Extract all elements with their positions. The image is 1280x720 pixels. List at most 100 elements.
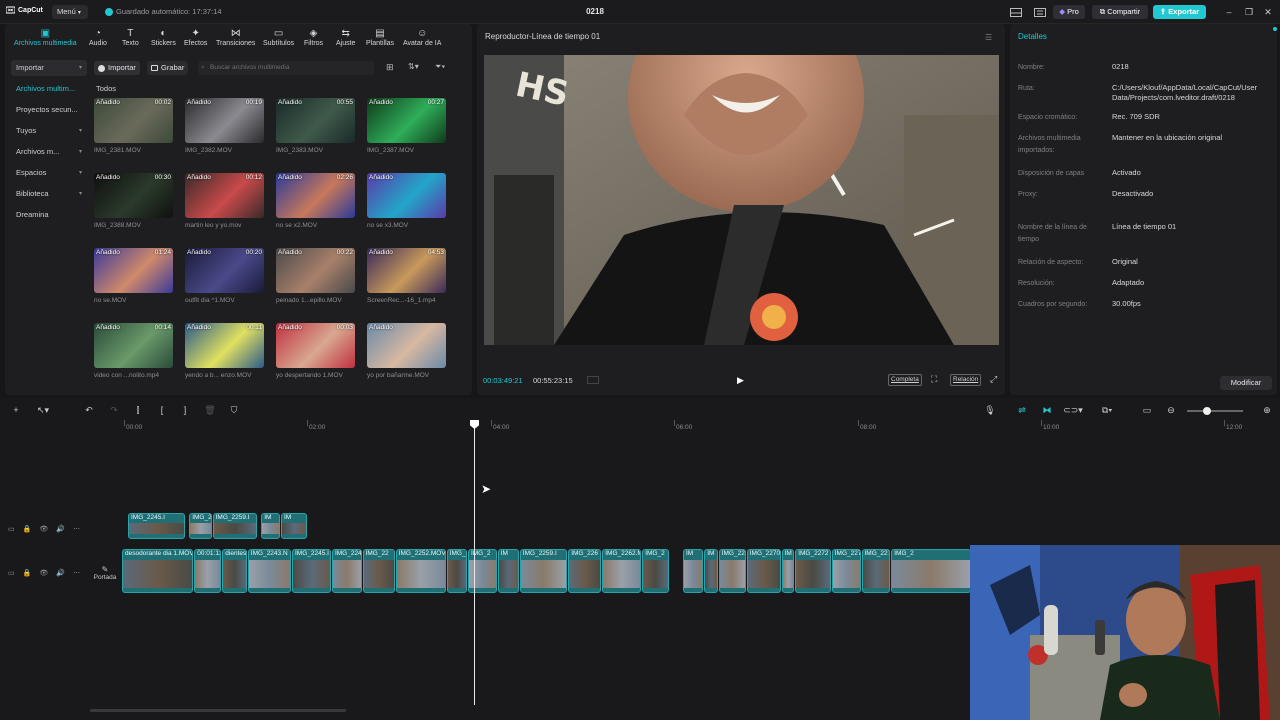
clip-thumbnail[interactable]: Añadido 00:55 xyxy=(276,98,355,143)
timeline-clip[interactable]: IMG_22 xyxy=(362,549,395,593)
clip-thumbnail[interactable]: Añadido 00:19 xyxy=(185,98,264,143)
magnet-icon[interactable]: ⇌ xyxy=(1015,404,1029,416)
clip-thumbnail[interactable]: Añadido 00:30 xyxy=(94,173,173,218)
timecode-grid-icon[interactable] xyxy=(587,376,599,384)
sidebar-item[interactable]: Archivos m... ▾ xyxy=(11,144,87,160)
cover-button[interactable]: ✎ Portada xyxy=(90,565,120,587)
tool-transitions[interactable]: ⋈ Transiciones xyxy=(216,28,255,47)
lock-icon[interactable]: 🔒 xyxy=(23,525,32,533)
tool-subtitles[interactable]: ▭ Subtítulos xyxy=(263,28,294,47)
media-clip[interactable]: Añadido 00:12 martin leo y yo.mov xyxy=(185,173,264,229)
sort-icon[interactable]: ⇅▾ xyxy=(408,62,419,71)
media-clip[interactable]: Añadido 02:26 no se x2.MOV xyxy=(276,173,355,229)
clip-thumbnail[interactable]: Añadido xyxy=(367,173,446,218)
media-clip[interactable]: Añadido yo por bañarme.MOV xyxy=(367,323,446,379)
restore-icon[interactable]: ❐ xyxy=(1243,6,1255,18)
tool-media[interactable]: ▣ Archivos multimedia xyxy=(14,28,77,47)
eye-icon[interactable]: 👁 xyxy=(39,569,48,577)
tool-text[interactable]: T Texto xyxy=(122,28,139,47)
crop-icon[interactable]: ⛶ xyxy=(931,374,937,385)
minimize-icon[interactable]: – xyxy=(1223,6,1235,18)
timeline-clip[interactable]: IMG_227 xyxy=(861,549,891,593)
lock-icon[interactable]: 🔒 xyxy=(23,569,32,577)
tool-ai-avatar[interactable]: ☺ Avatar de IA xyxy=(403,28,441,47)
tool-filters[interactable]: ◈ Filtros xyxy=(304,28,323,47)
pro-button[interactable]: ◆ Pro xyxy=(1053,5,1085,19)
audio-icon[interactable]: 🔊 xyxy=(56,569,65,577)
link-icon[interactable]: ⧓ xyxy=(1040,404,1054,416)
aspect-ratio-button[interactable]: Relación xyxy=(950,374,982,386)
timeline-clip[interactable]: IMG_ xyxy=(446,549,467,593)
timeline-clip[interactable]: IM xyxy=(281,513,307,539)
timeline-clip[interactable]: IMG_22 xyxy=(718,549,746,593)
timeline-clip[interactable]: IMG_2259.I xyxy=(519,549,568,593)
split-right-icon[interactable]: ] xyxy=(178,404,192,416)
timeline-clip[interactable]: IMG_2262.MOV xyxy=(602,549,642,593)
media-clip[interactable]: Añadido 00:20 outfit dia ^1.MOV xyxy=(185,248,264,304)
media-clip[interactable]: Añadido 00:11 yendo a b... enzo.MOV xyxy=(185,323,264,379)
playhead[interactable] xyxy=(474,420,475,705)
shield-icon[interactable]: ⛉ xyxy=(227,404,241,416)
clip-thumbnail[interactable]: Añadido xyxy=(367,323,446,368)
timeline-clip[interactable]: IMG_2259.I xyxy=(212,513,257,539)
timeline-clip[interactable]: dientes i xyxy=(222,549,247,593)
eye-icon[interactable]: 👁 xyxy=(39,525,48,533)
timeline-clip[interactable]: IMG_2245.I xyxy=(128,513,185,539)
record-button[interactable]: Grabar xyxy=(147,61,189,75)
preview-axis-icon[interactable]: ⊂⊃▾ xyxy=(1063,404,1083,416)
timeline-clip[interactable]: IM xyxy=(781,549,795,593)
add-track-icon[interactable]: + xyxy=(9,404,23,416)
timeline-clip[interactable]: IM xyxy=(683,549,704,593)
timeline-clip[interactable]: IMG_2245.I xyxy=(292,549,331,593)
clip-thumbnail[interactable]: Añadido 00:12 xyxy=(185,173,264,218)
track-visibility-icon[interactable]: ▭ xyxy=(8,525,15,533)
media-clip[interactable]: Añadido 01:24 no se.MOV xyxy=(94,248,173,304)
tool-adjust[interactable]: ⇆ Ajuste xyxy=(336,28,355,47)
media-clip[interactable]: Añadido 00:27 IMG_2387.MOV xyxy=(367,98,446,154)
clip-thumbnail[interactable]: Añadido 02:26 xyxy=(276,173,355,218)
timeline-clip[interactable]: IMG_2 xyxy=(891,549,971,593)
timeline-clip[interactable]: IMG_2 xyxy=(642,549,670,593)
filter-icon[interactable]: ⏷▾ xyxy=(435,62,445,72)
caption-icon[interactable]: ▭ xyxy=(1140,404,1154,416)
tool-templates[interactable]: ▤ Plantillas xyxy=(366,28,394,47)
export-button[interactable]: ⇪ Exportar xyxy=(1153,5,1206,19)
timeline-clip[interactable]: IMG_224 xyxy=(331,549,362,593)
media-clip[interactable]: Añadido 00:03 yo despertando 1.MOV xyxy=(276,323,355,379)
split-icon[interactable]: ⫿ xyxy=(131,404,145,416)
undo-icon[interactable]: ↶ xyxy=(82,404,96,416)
timeline-clip[interactable]: IMG_2272 xyxy=(795,549,831,593)
microphone-icon[interactable]: 🎙 xyxy=(983,404,997,416)
media-clip[interactable]: Añadido 04:53 ScreenRec...-16_1.mp4 xyxy=(367,248,446,304)
timeline-clip[interactable]: IM xyxy=(261,513,280,539)
delete-icon[interactable]: 🗑 xyxy=(203,404,217,416)
timeline-clip[interactable]: IMG_2 xyxy=(189,513,212,539)
time-ruler[interactable]: 00:00 02:00 04:00 06:00 08:00 10:00 12:00 xyxy=(92,420,1280,434)
search-input[interactable]: ⌕ Buscar archivos multimedia xyxy=(198,61,374,75)
clip-thumbnail[interactable]: Añadido 00:14 xyxy=(94,323,173,368)
clip-thumbnail[interactable]: Añadido 00:22 xyxy=(276,248,355,293)
clip-thumbnail[interactable]: Añadido 00:11 xyxy=(185,323,264,368)
grid-view-icon[interactable]: ⊞ xyxy=(386,62,394,73)
media-clip[interactable]: Añadido 00:14 video con ...nolito.mp4 xyxy=(94,323,173,379)
timeline-clip[interactable]: IMG_2 xyxy=(467,549,497,593)
media-clip[interactable]: Añadido no se x3.MOV xyxy=(367,173,446,229)
clip-thumbnail[interactable]: Añadido 04:53 xyxy=(367,248,446,293)
full-quality-button[interactable]: Completa xyxy=(888,374,922,386)
share-button[interactable]: ⧉ Compartir xyxy=(1092,5,1148,19)
close-icon[interactable]: ✕ xyxy=(1262,6,1274,18)
tool-audio[interactable]: ◔ Audio xyxy=(89,28,107,47)
layout-icon[interactable] xyxy=(1008,5,1024,19)
audio-icon[interactable]: 🔊 xyxy=(56,525,65,533)
player-menu-icon[interactable]: ☰ xyxy=(985,33,992,42)
zoom-out-icon[interactable]: ⊖ xyxy=(1164,404,1178,416)
media-clip[interactable]: Añadido 00:19 IMG_2382.MOV xyxy=(185,98,264,154)
timeline-clip[interactable]: IM xyxy=(704,549,718,593)
redo-icon[interactable]: ↷ xyxy=(107,404,121,416)
track-visibility-icon[interactable]: ▭ xyxy=(8,569,15,577)
timeline-scrollbar[interactable] xyxy=(90,709,346,712)
timeline-clip[interactable]: desodorante dia 1.MOV xyxy=(122,549,194,593)
timeline-clip[interactable]: IMG_2243.N xyxy=(247,549,291,593)
media-clip[interactable]: Añadido 00:30 IMG_2388.MOV xyxy=(94,173,173,229)
modify-button[interactable]: Modificar xyxy=(1220,376,1272,390)
